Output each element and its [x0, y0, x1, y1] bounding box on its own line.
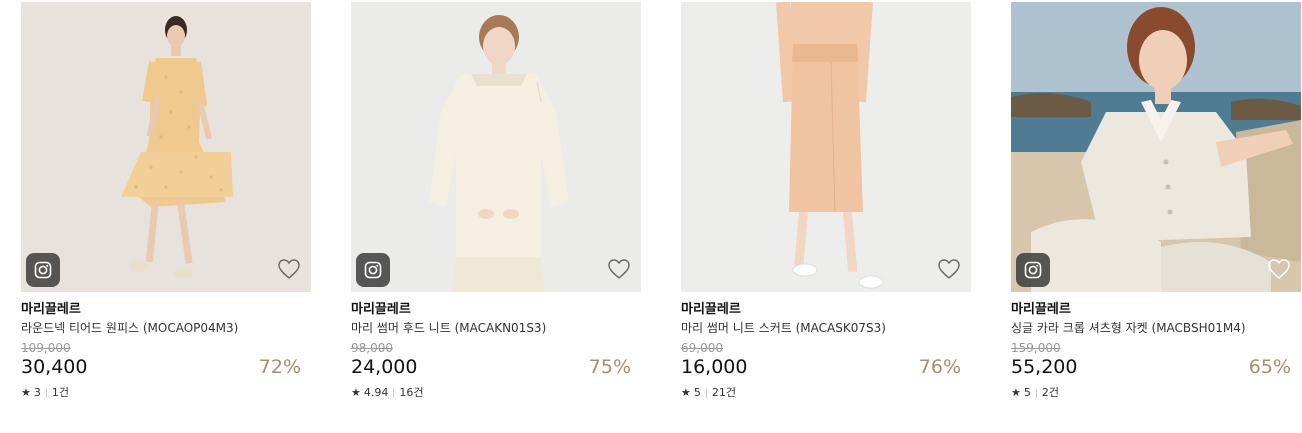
sale-price: 55,200 — [1011, 356, 1078, 378]
product-photo-jacket — [1011, 2, 1301, 292]
rating-value: 4.94 — [363, 386, 389, 399]
instagram-button[interactable] — [1016, 253, 1050, 287]
sale-price: 24,000 — [351, 356, 418, 378]
original-price: 109,000 — [21, 341, 71, 355]
price-row: 24,000 75% — [351, 355, 641, 379]
discount-rate: 76% — [918, 356, 961, 378]
product-image[interactable] — [21, 2, 311, 292]
instagram-icon — [364, 261, 382, 279]
divider — [1035, 388, 1037, 398]
wishlist-heart-icon[interactable] — [1267, 258, 1291, 280]
sale-price: 16,000 — [681, 356, 748, 378]
product-image[interactable] — [1011, 2, 1301, 292]
star-icon: ★ — [21, 386, 31, 399]
price-row: 30,400 72% — [21, 355, 311, 379]
rating-value: 3 — [33, 386, 41, 399]
product-name[interactable]: 라운드넥 티어드 원피스 (MOCAOP04M3) — [21, 320, 311, 336]
star-icon: ★ — [1011, 386, 1021, 399]
sale-price: 30,400 — [21, 356, 88, 378]
product-card[interactable]: 마리끌레르 마리 썸머 후드 니트 (MACAKN01S3) 98,000 24… — [351, 2, 641, 400]
wishlist-heart-icon[interactable] — [277, 258, 301, 280]
review-summary: ★ 3 1건 — [21, 386, 311, 400]
product-brand: 마리끌레르 — [681, 302, 741, 317]
wishlist-heart-icon[interactable] — [937, 258, 961, 280]
discount-rate: 72% — [258, 356, 301, 378]
review-count: 1건 — [51, 386, 69, 399]
review-count: 2건 — [1041, 386, 1059, 399]
product-name[interactable]: 마리 썸머 후드 니트 (MACAKN01S3) — [351, 320, 641, 336]
original-price: 69,000 — [681, 341, 723, 355]
product-grid: 마리끌레르 라운드넥 티어드 원피스 (MOCAOP04M3) 109,000 … — [0, 0, 1302, 433]
product-brand: 마리끌레르 — [351, 302, 411, 317]
rating-value: 5 — [693, 386, 701, 399]
divider — [705, 388, 707, 398]
discount-rate: 75% — [588, 356, 631, 378]
review-summary: ★ 5 2건 — [1011, 386, 1301, 400]
price-row: 55,200 65% — [1011, 355, 1301, 379]
discount-rate: 65% — [1248, 356, 1291, 378]
divider — [45, 388, 47, 398]
product-image[interactable] — [681, 2, 971, 292]
original-price: 159,000 — [1011, 341, 1061, 355]
product-name[interactable]: 마리 썸머 니트 스커트 (MACASK07S3) — [681, 320, 971, 336]
instagram-button[interactable] — [26, 253, 60, 287]
product-brand: 마리끌레르 — [21, 302, 81, 317]
product-card[interactable]: 마리끌레르 라운드넥 티어드 원피스 (MOCAOP04M3) 109,000 … — [21, 2, 311, 400]
star-icon: ★ — [351, 386, 361, 399]
instagram-button[interactable] — [356, 253, 390, 287]
instagram-icon — [1024, 261, 1042, 279]
instagram-icon — [34, 261, 52, 279]
product-image[interactable] — [351, 2, 641, 292]
product-name[interactable]: 싱글 카라 크롭 셔츠형 자켓 (MACBSH01M4) — [1011, 320, 1301, 336]
review-count: 16건 — [399, 386, 424, 399]
review-summary: ★ 4.94 16건 — [351, 386, 641, 400]
star-icon: ★ — [681, 386, 691, 399]
price-row: 16,000 76% — [681, 355, 971, 379]
review-count: 21건 — [711, 386, 736, 399]
product-photo-skirt — [681, 2, 971, 292]
wishlist-heart-icon[interactable] — [607, 258, 631, 280]
original-price: 98,000 — [351, 341, 393, 355]
review-summary: ★ 5 21건 — [681, 386, 971, 400]
product-brand: 마리끌레르 — [1011, 302, 1071, 317]
product-photo-dress — [21, 2, 311, 292]
rating-value: 5 — [1023, 386, 1031, 399]
product-card[interactable]: 마리끌레르 마리 썸머 니트 스커트 (MACASK07S3) 69,000 1… — [681, 2, 971, 400]
product-card[interactable]: 마리끌레르 싱글 카라 크롭 셔츠형 자켓 (MACBSH01M4) 159,0… — [1011, 2, 1301, 400]
product-photo-knit — [351, 2, 641, 292]
divider — [393, 388, 395, 398]
